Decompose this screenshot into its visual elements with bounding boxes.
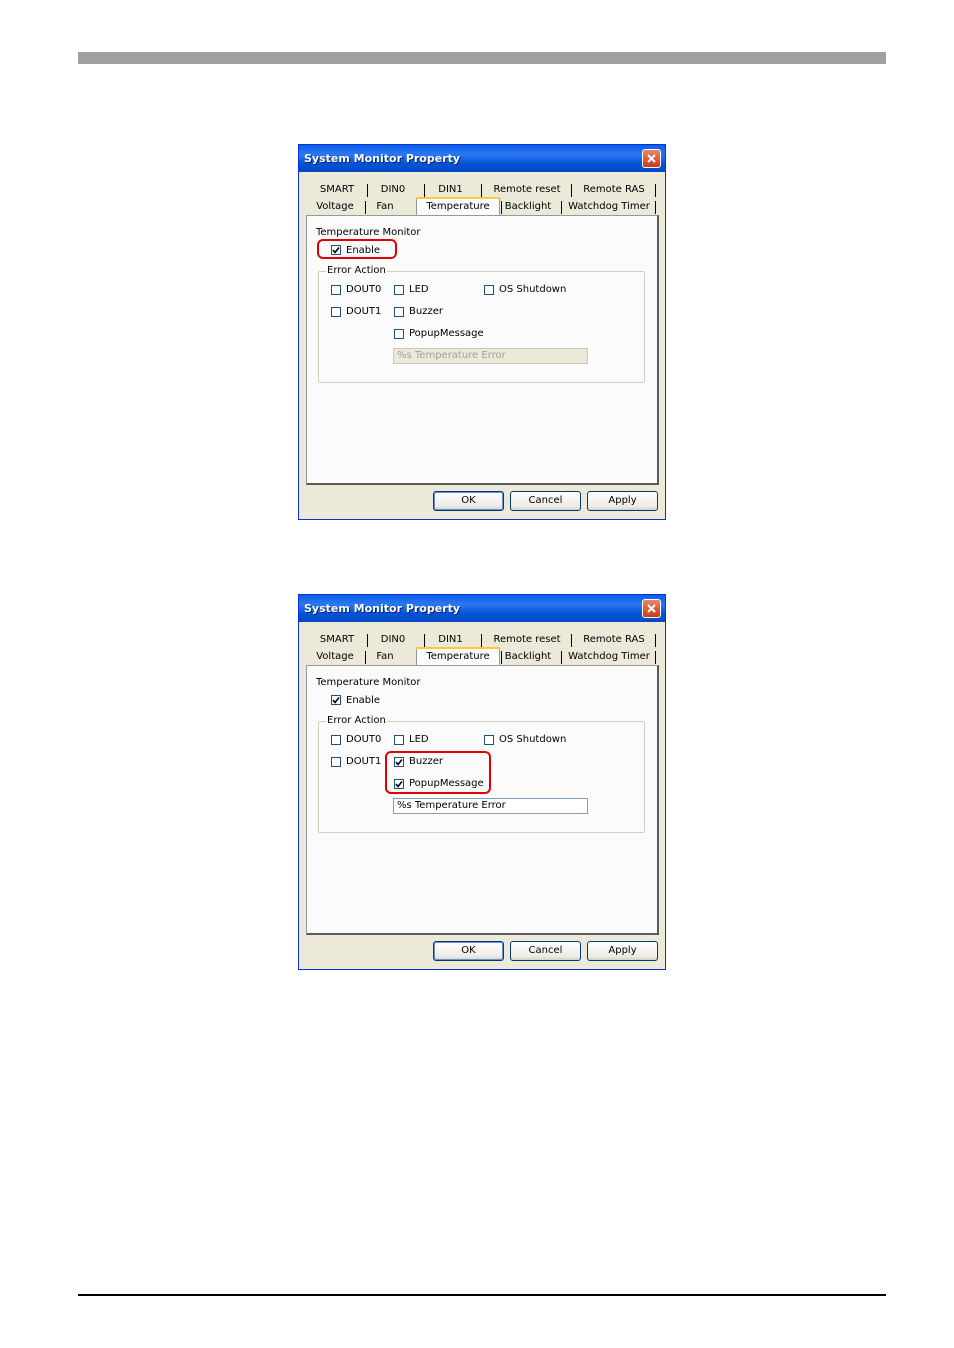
os-shutdown-checkbox[interactable] [484, 735, 494, 745]
tab-temperature[interactable]: Temperature [416, 197, 500, 216]
tab-temperature[interactable]: Temperature [416, 647, 500, 666]
close-button[interactable] [642, 599, 661, 618]
close-icon [647, 604, 656, 613]
error-action-title: Error Action [326, 715, 387, 726]
enable-checkbox[interactable] [331, 695, 341, 705]
temperature-panel: Temperature Monitor Enable Error Action … [306, 665, 659, 935]
dout0-checkbox[interactable] [331, 285, 341, 295]
tab-backlight[interactable]: Backlight [503, 649, 553, 665]
dout0-label: DOUT0 [346, 734, 382, 745]
tab-remote-reset[interactable]: Remote reset [485, 632, 569, 648]
popup-message-checkbox[interactable] [394, 329, 404, 339]
os-shutdown-checkbox[interactable] [484, 285, 494, 295]
system-monitor-dialog-1: System Monitor Property SMART DIN0 DIN1 … [298, 144, 666, 520]
tab-din1[interactable]: DIN1 [428, 632, 473, 648]
window-title: System Monitor Property [304, 602, 461, 615]
apply-button[interactable]: Apply [587, 491, 658, 511]
tab-remote-reset[interactable]: Remote reset [485, 182, 569, 198]
os-shutdown-label: OS Shutdown [499, 284, 567, 295]
tab-din0[interactable]: DIN0 [371, 182, 415, 198]
dout0-checkbox[interactable] [331, 735, 341, 745]
cancel-button[interactable]: Cancel [510, 941, 581, 961]
apply-button[interactable]: Apply [587, 941, 658, 961]
dout1-checkbox[interactable] [331, 757, 341, 767]
tab-din1[interactable]: DIN1 [428, 182, 473, 198]
ok-button[interactable]: OK [433, 491, 504, 511]
dout1-label: DOUT1 [346, 756, 382, 767]
ok-button[interactable]: OK [433, 941, 504, 961]
tab-fan[interactable]: Fan [367, 199, 403, 215]
popup-message-input[interactable]: %s Temperature Error [393, 348, 588, 364]
error-action-group: Error Action DOUT0 LED OS Shutdown DOUT1… [318, 265, 645, 383]
led-checkbox[interactable] [394, 285, 404, 295]
buzzer-popup-highlight [385, 751, 491, 794]
close-icon [647, 154, 656, 163]
popup-message-input[interactable]: %s Temperature Error [393, 798, 588, 814]
tab-watchdog-timer[interactable]: Watchdog Timer [565, 649, 653, 665]
window-title: System Monitor Property [304, 152, 461, 165]
tab-fan[interactable]: Fan [367, 649, 403, 665]
enable-label: Enable [346, 695, 381, 706]
enable-highlight [317, 239, 397, 259]
tab-din0[interactable]: DIN0 [371, 632, 415, 648]
header-bar [78, 52, 886, 64]
tab-remote-ras[interactable]: Remote RAS [574, 632, 654, 648]
cancel-button[interactable]: Cancel [510, 491, 581, 511]
buzzer-label: Buzzer [409, 306, 443, 317]
led-label: LED [409, 734, 429, 745]
footer-rule [78, 1294, 886, 1296]
temperature-monitor-label: Temperature Monitor [316, 677, 421, 688]
led-checkbox[interactable] [394, 735, 404, 745]
os-shutdown-label: OS Shutdown [499, 734, 567, 745]
system-monitor-dialog-2: System Monitor Property SMART DIN0 DIN1 … [298, 594, 666, 970]
close-button[interactable] [642, 149, 661, 168]
tab-backlight[interactable]: Backlight [503, 199, 553, 215]
popup-message-label: PopupMessage [409, 328, 484, 339]
buzzer-checkbox[interactable] [394, 307, 404, 317]
title-bar: System Monitor Property [299, 595, 665, 622]
tab-watchdog-timer[interactable]: Watchdog Timer [565, 199, 653, 215]
error-action-title: Error Action [326, 265, 387, 276]
checkmark-icon [332, 697, 340, 704]
tab-smart[interactable]: SMART [313, 632, 361, 648]
led-label: LED [409, 284, 429, 295]
title-bar: System Monitor Property [299, 145, 665, 172]
tab-voltage[interactable]: Voltage [309, 649, 361, 665]
tab-voltage[interactable]: Voltage [309, 199, 361, 215]
tab-smart[interactable]: SMART [313, 182, 361, 198]
tab-remote-ras[interactable]: Remote RAS [574, 182, 654, 198]
dout0-label: DOUT0 [346, 284, 382, 295]
dout1-checkbox[interactable] [331, 307, 341, 317]
temperature-monitor-label: Temperature Monitor [316, 227, 421, 238]
dout1-label: DOUT1 [346, 306, 382, 317]
